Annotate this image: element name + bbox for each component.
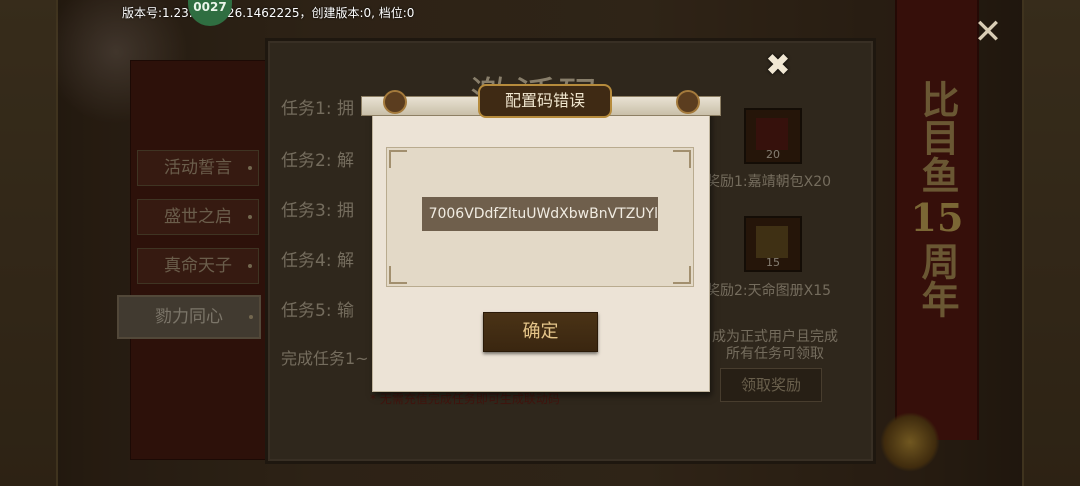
dialog-title: 配置码错误	[478, 84, 612, 118]
confirm-button[interactable]: 确定	[483, 312, 598, 352]
scroll-knob-left	[383, 90, 407, 114]
dialog-close-icon[interactable]: ✖	[756, 46, 800, 86]
version-text: 版本号:1.23.0116.26.1462225，创建版本:0, 档位:0	[122, 6, 415, 20]
scroll-knob-right	[676, 90, 700, 114]
panel-close-icon[interactable]: ✕	[968, 12, 1008, 52]
config-code-field[interactable]: 7006VDdfZltuUWdXbwBnVTZUYl	[422, 197, 658, 231]
